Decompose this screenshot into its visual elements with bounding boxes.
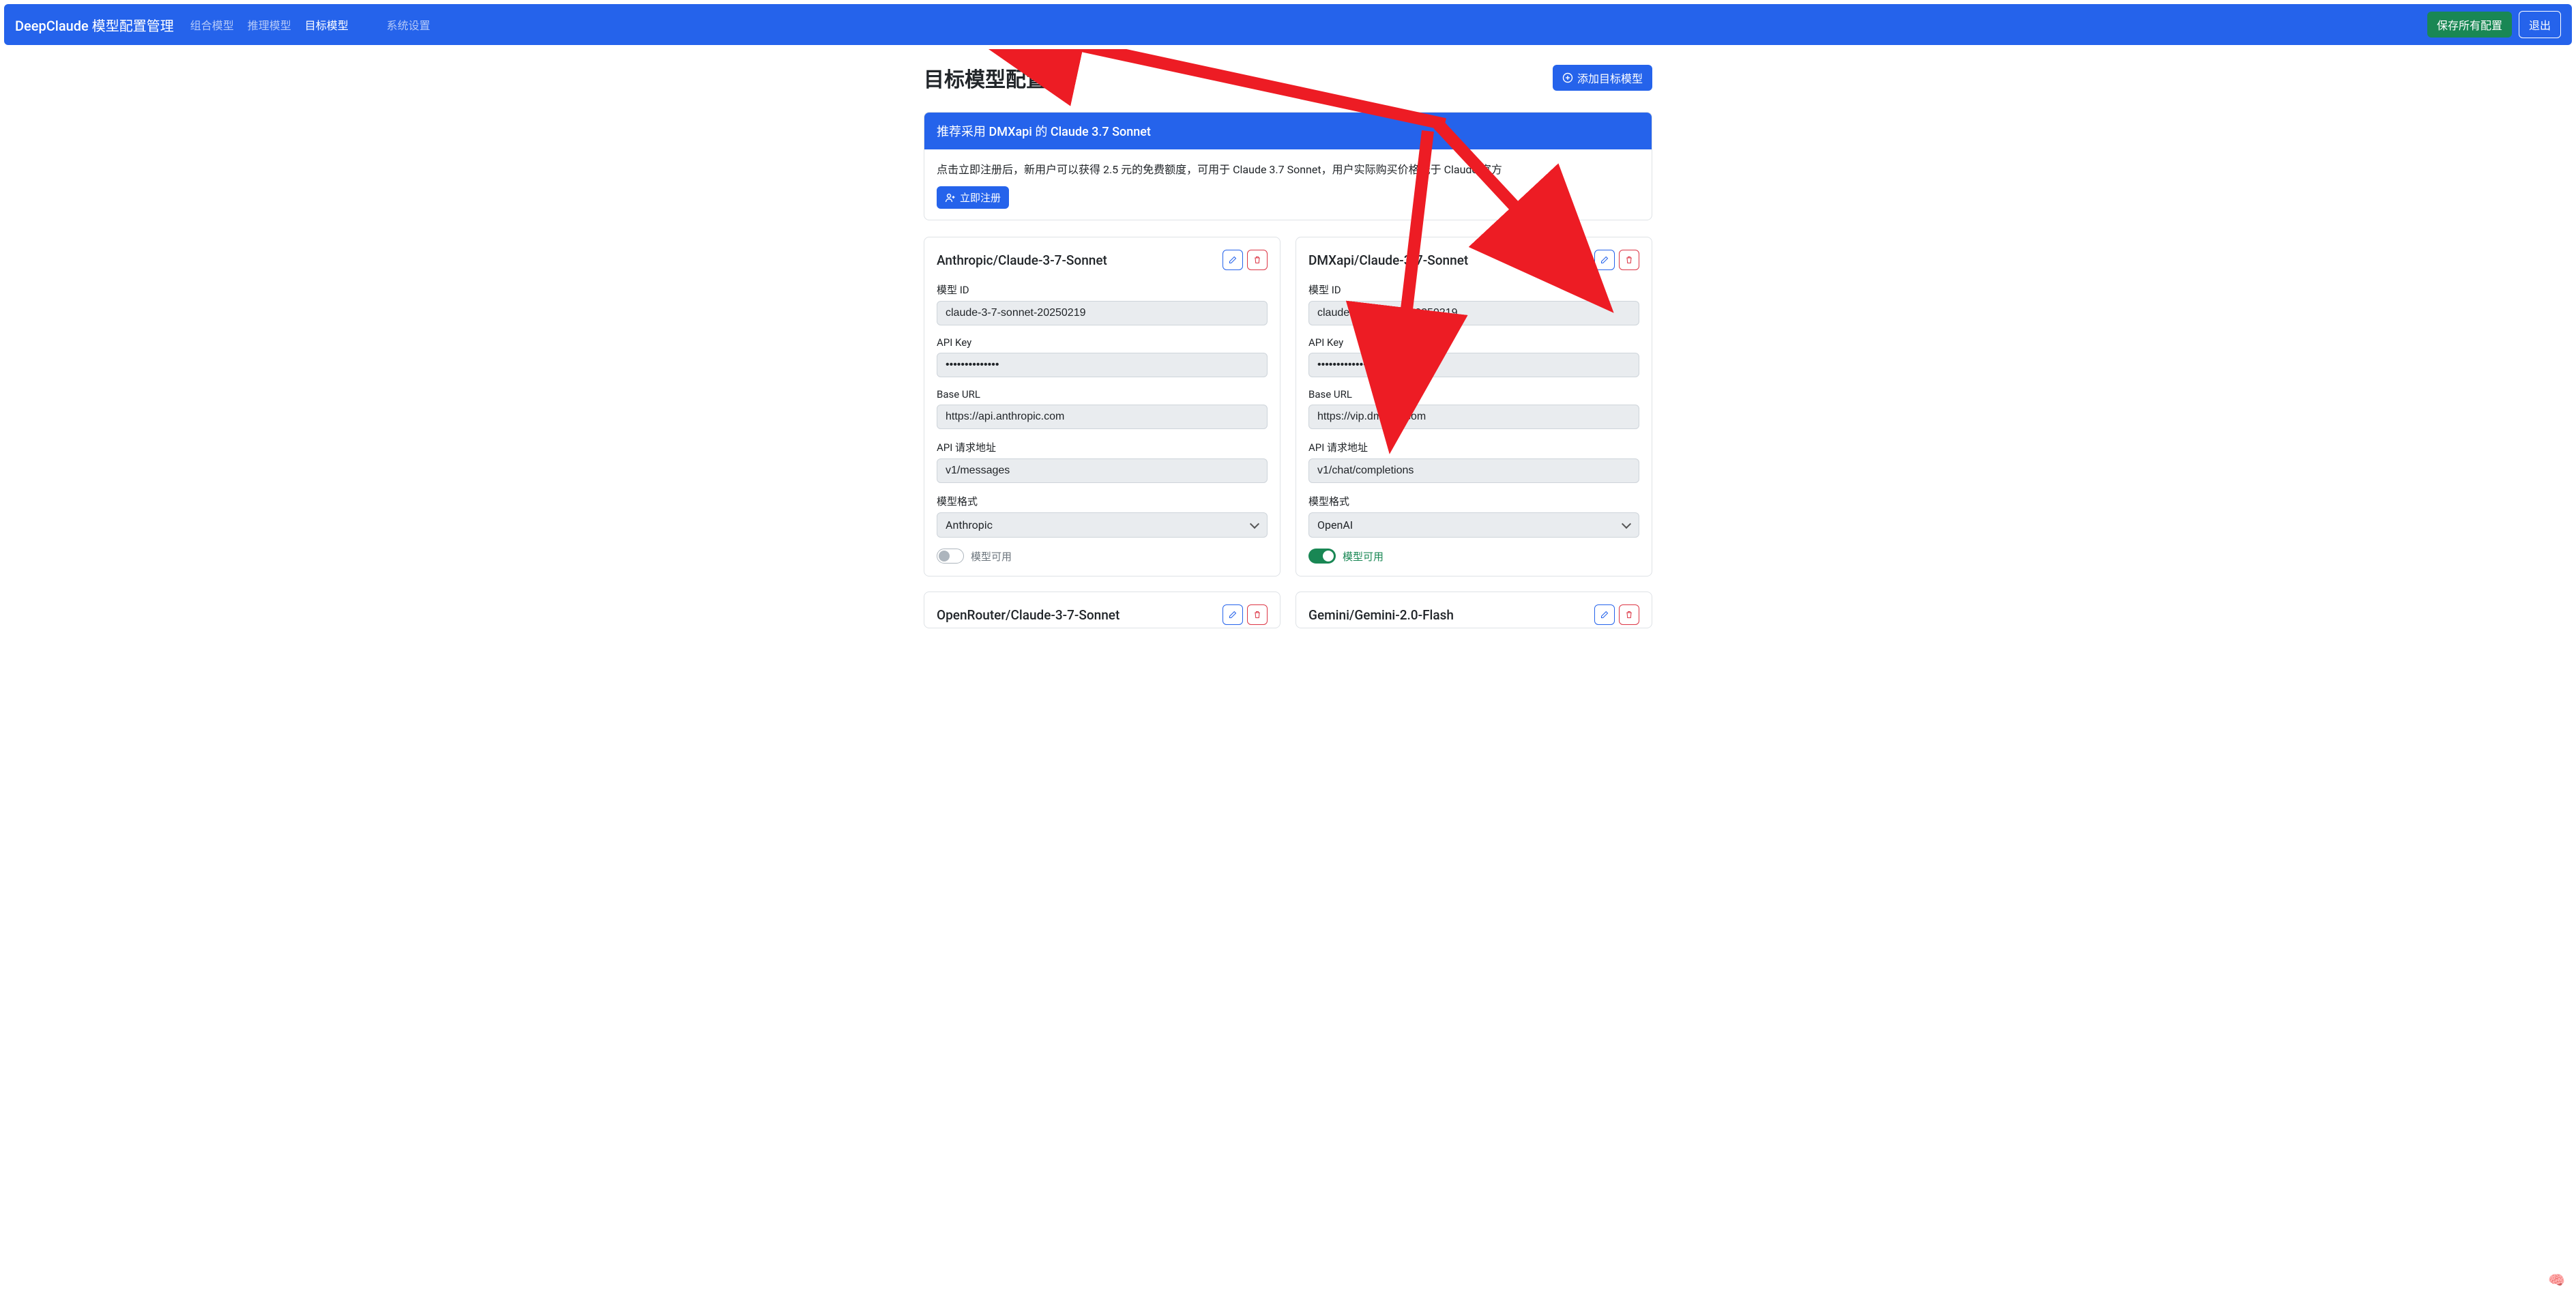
save-all-button[interactable]: 保存所有配置 bbox=[2427, 12, 2512, 38]
card-title: DMXapi/Claude-3-7-Sonnet bbox=[1308, 252, 1468, 268]
model-id-label: 模型 ID bbox=[1308, 282, 1639, 297]
navbar: DeepClaude 模型配置管理 组合模型 推理模型 目标模型 xx 系统设置… bbox=[4, 4, 2572, 45]
trash-icon bbox=[1253, 609, 1261, 620]
api-path-input[interactable] bbox=[937, 458, 1268, 483]
plus-circle-icon bbox=[1562, 72, 1573, 83]
nav-link-system[interactable]: 系统设置 bbox=[387, 16, 430, 33]
pencil-icon bbox=[1229, 254, 1237, 265]
register-label: 立即注册 bbox=[960, 190, 1001, 205]
pencil-icon bbox=[1600, 609, 1609, 620]
card-header: DMXapi/Claude-3-7-Sonnet bbox=[1308, 250, 1639, 270]
page-title: 目标模型配置 bbox=[924, 63, 1046, 93]
toggle-row: 模型可用 bbox=[1308, 549, 1639, 564]
api-key-input[interactable] bbox=[1308, 353, 1639, 377]
edit-button[interactable] bbox=[1594, 604, 1615, 625]
delete-button[interactable] bbox=[1619, 250, 1639, 270]
base-url-label: Base URL bbox=[937, 388, 1268, 400]
card-actions bbox=[1223, 604, 1268, 625]
enabled-label: 模型可用 bbox=[971, 549, 1012, 564]
promo-header: 推荐采用 DMXapi 的 Claude 3.7 Sonnet bbox=[924, 113, 1652, 149]
delete-button[interactable] bbox=[1247, 250, 1268, 270]
card-actions bbox=[1223, 250, 1268, 270]
model-format-label: 模型格式 bbox=[1308, 494, 1639, 508]
edit-button[interactable] bbox=[1223, 604, 1243, 625]
model-format-select[interactable]: OpenAI bbox=[1308, 512, 1639, 538]
api-path-label: API 请求地址 bbox=[1308, 440, 1639, 454]
base-url-label: Base URL bbox=[1308, 388, 1639, 400]
add-target-model-label: 添加目标模型 bbox=[1577, 70, 1643, 86]
card-header: Gemini/Gemini-2.0-Flash bbox=[1308, 604, 1639, 625]
card-header: OpenRouter/Claude-3-7-Sonnet bbox=[937, 604, 1268, 625]
api-key-label: API Key bbox=[1308, 336, 1639, 349]
toggle-row: 模型可用 bbox=[937, 549, 1268, 564]
nav-link-target[interactable]: 目标模型 bbox=[305, 16, 349, 33]
trash-icon bbox=[1253, 254, 1261, 265]
api-path-input[interactable] bbox=[1308, 458, 1639, 483]
model-id-input[interactable] bbox=[1308, 301, 1639, 325]
promo-card: 推荐采用 DMXapi 的 Claude 3.7 Sonnet 点击立即注册后，… bbox=[924, 112, 1652, 220]
model-card-gemini: Gemini/Gemini-2.0-Flash bbox=[1296, 592, 1652, 628]
edit-button[interactable] bbox=[1594, 250, 1615, 270]
api-key-input[interactable] bbox=[937, 353, 1268, 377]
api-path-label: API 请求地址 bbox=[937, 440, 1268, 454]
card-header: Anthropic/Claude-3-7-Sonnet bbox=[937, 250, 1268, 270]
api-key-label: API Key bbox=[937, 336, 1268, 349]
card-title: Gemini/Gemini-2.0-Flash bbox=[1308, 607, 1454, 623]
nav-link-inference[interactable]: 推理模型 bbox=[248, 16, 291, 33]
promo-body: 点击立即注册后，新用户可以获得 2.5 元的免费额度，可用于 Claude 3.… bbox=[924, 149, 1652, 220]
card-actions bbox=[1594, 604, 1639, 625]
pencil-icon bbox=[1600, 254, 1609, 265]
logout-button[interactable]: 退出 bbox=[2519, 11, 2561, 38]
trash-icon bbox=[1625, 609, 1633, 620]
promo-desc: 点击立即注册后，新用户可以获得 2.5 元的免费额度，可用于 Claude 3.… bbox=[937, 160, 1639, 177]
delete-button[interactable] bbox=[1619, 604, 1639, 625]
model-id-input[interactable] bbox=[937, 301, 1268, 325]
model-format-select[interactable]: Anthropic bbox=[937, 512, 1268, 538]
register-button[interactable]: 立即注册 bbox=[937, 186, 1009, 209]
model-card-dmxapi: DMXapi/Claude-3-7-Sonnet 模型 ID API Key B… bbox=[1296, 237, 1652, 576]
pencil-icon bbox=[1229, 609, 1237, 620]
brain-icon[interactable]: 🧠 bbox=[2548, 1272, 2565, 1288]
navbar-brand: DeepClaude 模型配置管理 bbox=[15, 15, 174, 35]
delete-button[interactable] bbox=[1247, 604, 1268, 625]
card-actions bbox=[1594, 250, 1639, 270]
trash-icon bbox=[1625, 254, 1633, 265]
base-url-input[interactable] bbox=[1308, 405, 1639, 429]
card-title: OpenRouter/Claude-3-7-Sonnet bbox=[937, 607, 1119, 623]
base-url-input[interactable] bbox=[937, 405, 1268, 429]
user-plus-icon bbox=[945, 192, 956, 203]
model-card-openrouter: OpenRouter/Claude-3-7-Sonnet bbox=[924, 592, 1280, 628]
edit-button[interactable] bbox=[1223, 250, 1243, 270]
enabled-toggle[interactable] bbox=[1308, 549, 1336, 564]
add-target-model-button[interactable]: 添加目标模型 bbox=[1553, 65, 1652, 91]
page-header: 目标模型配置 添加目标模型 bbox=[924, 63, 1652, 93]
model-card-anthropic: Anthropic/Claude-3-7-Sonnet 模型 ID API Ke… bbox=[924, 237, 1280, 576]
model-id-label: 模型 ID bbox=[937, 282, 1268, 297]
enabled-toggle[interactable] bbox=[937, 549, 964, 564]
card-title: Anthropic/Claude-3-7-Sonnet bbox=[937, 252, 1107, 268]
main-container: 目标模型配置 添加目标模型 推荐采用 DMXapi 的 Claude 3.7 S… bbox=[913, 49, 1663, 642]
navbar-right: 保存所有配置 退出 bbox=[2427, 11, 2561, 38]
enabled-label: 模型可用 bbox=[1343, 549, 1384, 564]
model-format-label: 模型格式 bbox=[937, 494, 1268, 508]
nav-link-combo[interactable]: 组合模型 bbox=[190, 16, 234, 33]
model-grid: Anthropic/Claude-3-7-Sonnet 模型 ID API Ke… bbox=[924, 237, 1652, 628]
nav-links: 组合模型 推理模型 目标模型 xx 系统设置 bbox=[190, 16, 2427, 33]
